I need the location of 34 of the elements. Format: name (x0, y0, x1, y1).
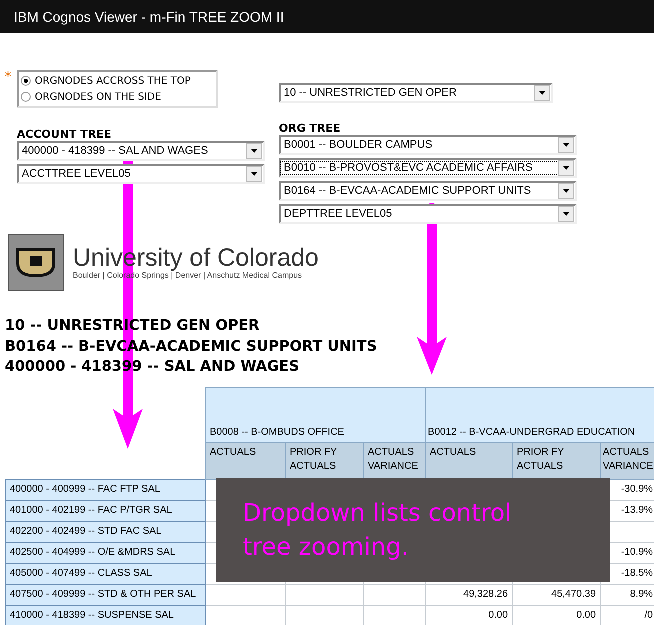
column-header: ACTUALS (206, 442, 286, 479)
row-header: 401000 - 402199 -- FAC P/TGR SAL (6, 500, 206, 521)
radio-option[interactable]: ORGNODES ACCROSS THE TOP (21, 73, 214, 89)
required-mark: * (4, 70, 12, 85)
dropdown[interactable]: B0164 -- B-EVCAA-ACADEMIC SUPPORT UNITS (279, 181, 577, 201)
account-tree-label: ACCOUNT TREE (16, 129, 112, 141)
dropdown[interactable]: DEPTTREE LEVEL05 (279, 204, 577, 224)
dropdown[interactable]: B0010 -- B-PROVOST&EVC ACADEMIC AFFAIRS (279, 158, 577, 178)
logo-icon (8, 234, 64, 290)
dropdown[interactable]: 10 -- UNRESTRICTED GEN OPER (279, 83, 553, 103)
row-header: 402200 - 402499 -- STD FAC SAL (6, 521, 206, 542)
table-cell: 45,470.39 (512, 584, 601, 605)
dropdown[interactable]: 400000 - 418399 -- SAL AND WAGES (17, 141, 265, 161)
row-header: 410000 - 418399 -- SUSPENSE SAL (6, 605, 206, 625)
dropdown[interactable]: ACCTTREE LEVEL05 (17, 164, 265, 184)
radio-button[interactable] (21, 92, 31, 102)
dropdown[interactable]: B0001 -- BOULDER CAMPUS (279, 135, 577, 155)
row-header: 400000 - 400999 -- FAC FTP SAL (6, 479, 206, 500)
radio-button[interactable] (21, 76, 31, 86)
column-header: PRIOR FY ACTUALS (512, 442, 601, 479)
row-header: 405000 - 407499 -- CLASS SAL (6, 563, 206, 584)
radio-option[interactable]: ORGNODES ON THE SIDE (21, 89, 214, 105)
callout-text: Dropdown lists control tree zooming. (243, 498, 513, 563)
column-group-header: B0008 -- B-OMBUDS OFFICE (206, 387, 426, 442)
column-group-header: B0012 -- B-VCAA-UNDERGRAD EDUCATION (426, 387, 654, 442)
column-header: ACTUALS VARIANCE (364, 442, 426, 479)
column-header: ACTUALS (426, 442, 513, 479)
row-header: 402500 - 404999 -- O/E &MDRS SAL (6, 542, 206, 563)
table-cell: 49,328.26 (426, 584, 513, 605)
column-header: ACTUALS VARIANCE (600, 442, 654, 479)
org-tree-label: ORG TREE (279, 123, 342, 135)
window-title: IBM Cognos Viewer - m-Fin TREE ZOOM II (14, 8, 284, 24)
column-header: PRIOR FY ACTUALS (286, 442, 364, 479)
row-header: 407500 - 409999 -- STD & OTH PER SAL (6, 584, 206, 605)
